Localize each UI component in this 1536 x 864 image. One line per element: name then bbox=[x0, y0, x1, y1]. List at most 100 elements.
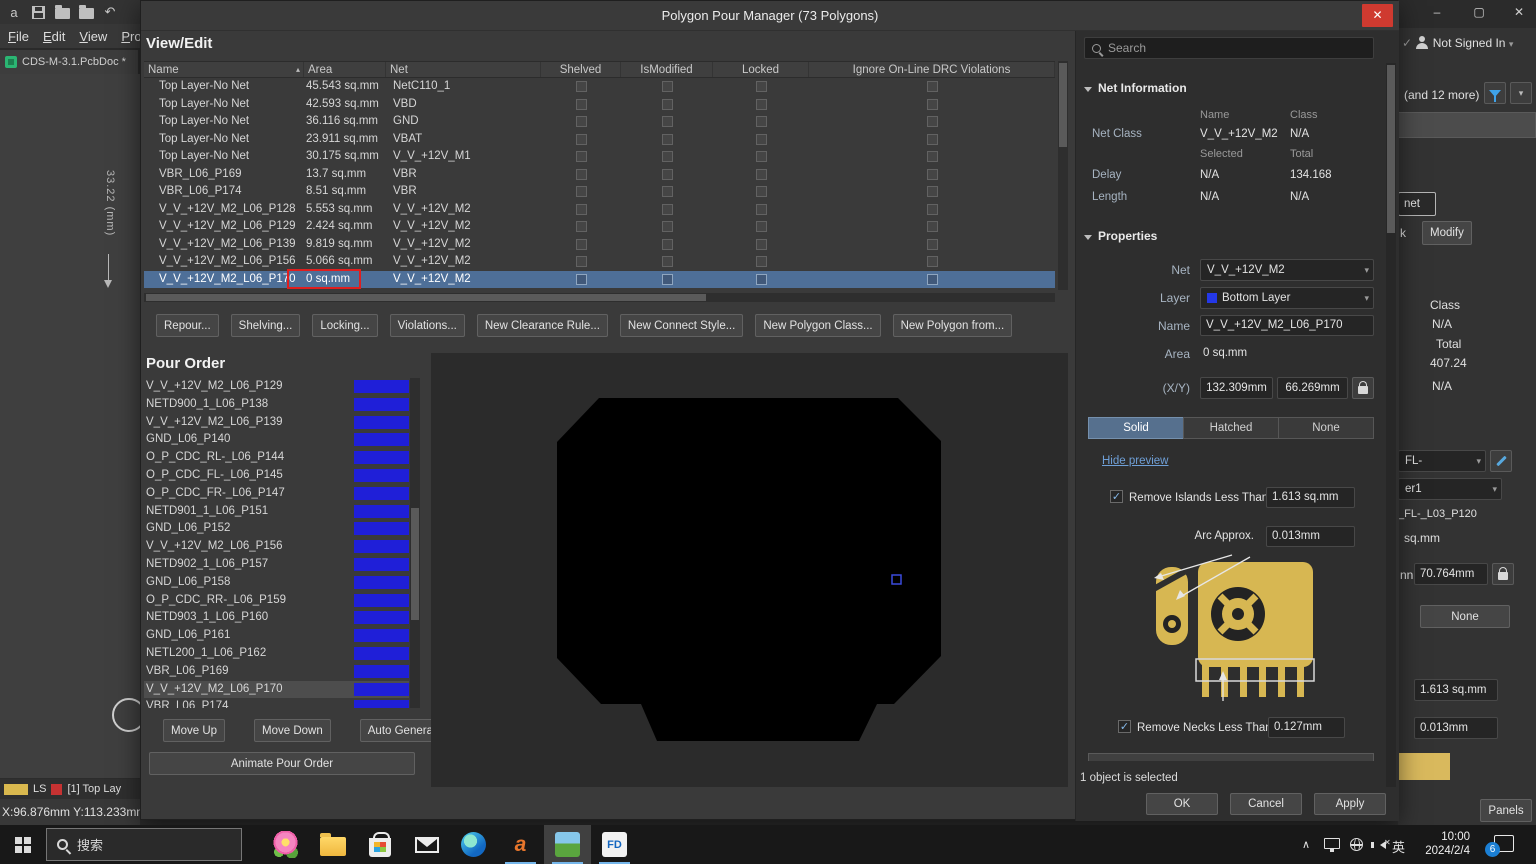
table-horizontal-scrollbar[interactable] bbox=[144, 293, 1055, 302]
action-button[interactable]: New Connect Style... bbox=[620, 314, 743, 337]
document-tab[interactable]: CDS-M-3.1.PcbDoc * bbox=[0, 50, 138, 74]
shelved-checkbox[interactable] bbox=[576, 116, 587, 127]
search-input[interactable]: Search bbox=[1084, 37, 1374, 59]
none-button[interactable]: None bbox=[1420, 605, 1510, 628]
remove-necks-input[interactable]: 0.127mm bbox=[1268, 717, 1345, 738]
shelved-checkbox[interactable] bbox=[576, 151, 587, 162]
action-button[interactable]: Shelving... bbox=[231, 314, 301, 337]
arc-input-bg[interactable]: 0.013mm bbox=[1414, 717, 1498, 739]
pour-order-item[interactable]: V_V_+12V_M2_L06_P156 bbox=[144, 538, 409, 556]
locked-checkbox[interactable] bbox=[756, 99, 767, 110]
ignore-drc-checkbox[interactable] bbox=[927, 239, 938, 250]
column-header-net[interactable]: Net bbox=[386, 62, 541, 77]
dialog-close-button[interactable]: ✕ bbox=[1362, 4, 1393, 27]
shelved-checkbox[interactable] bbox=[576, 134, 587, 145]
sign-in-status[interactable]: ✓ Not Signed In ▾ bbox=[1402, 36, 1513, 50]
pour-order-item[interactable]: NETD902_1_L06_P157 bbox=[144, 556, 409, 574]
net-select[interactable]: V_V_+12V_M2 ▾ bbox=[1200, 259, 1374, 281]
menu-pro[interactable]: Pro bbox=[121, 29, 140, 44]
locked-checkbox[interactable] bbox=[756, 274, 767, 285]
save-icon[interactable] bbox=[30, 4, 46, 20]
fill-mode-hatched[interactable]: Hatched bbox=[1183, 417, 1279, 439]
ismodified-checkbox[interactable] bbox=[662, 116, 673, 127]
action-button[interactable]: Locking... bbox=[312, 314, 377, 337]
layer-color-yellow[interactable] bbox=[4, 784, 28, 795]
pour-order-item[interactable]: VBR_L06_P169 bbox=[144, 663, 409, 681]
ismodified-checkbox[interactable] bbox=[662, 204, 673, 215]
pour-order-item[interactable]: NETL200_1_L06_P162 bbox=[144, 645, 409, 663]
taskbar-clock[interactable]: 10:00 2024/2/4 bbox=[1408, 830, 1470, 858]
hide-preview-link[interactable]: Hide preview bbox=[1102, 455, 1168, 467]
column-header-locked[interactable]: Locked bbox=[713, 62, 809, 77]
fill-mode-none[interactable]: None bbox=[1278, 417, 1374, 439]
table-row[interactable]: V_V_+12V_M2_L06_P1292.424 sq.mmV_V_+12V_… bbox=[144, 218, 1055, 236]
taskbar-fd-app[interactable]: FD bbox=[591, 825, 638, 864]
minimize-icon[interactable]: – bbox=[1426, 5, 1448, 19]
ignore-drc-checkbox[interactable] bbox=[927, 186, 938, 197]
filter-button[interactable] bbox=[1484, 82, 1506, 104]
ismodified-checkbox[interactable] bbox=[662, 221, 673, 232]
panels-button[interactable]: Panels bbox=[1480, 799, 1532, 822]
ignore-drc-checkbox[interactable] bbox=[927, 204, 938, 215]
locked-checkbox[interactable] bbox=[756, 81, 767, 92]
volume-muted-icon[interactable] bbox=[1376, 841, 1386, 849]
color-picker-button[interactable] bbox=[1490, 450, 1512, 472]
shelved-checkbox[interactable] bbox=[576, 221, 587, 232]
pour-order-item[interactable]: GND_L06_P161 bbox=[144, 627, 409, 645]
islands-input-bg[interactable]: 1.613 sq.mm bbox=[1414, 679, 1498, 701]
pour-order-item[interactable]: GND_L06_P152 bbox=[144, 520, 409, 538]
tray-expand-icon[interactable]: ∧ bbox=[1302, 838, 1310, 851]
net-dropdown-fragment[interactable]: FL-▾ bbox=[1398, 450, 1486, 472]
taskbar-file-explorer[interactable] bbox=[309, 825, 356, 864]
dialog-button-apply[interactable]: Apply bbox=[1314, 793, 1386, 815]
shelved-checkbox[interactable] bbox=[576, 204, 587, 215]
ignore-drc-checkbox[interactable] bbox=[927, 81, 938, 92]
pour-order-item[interactable]: GND_L06_P158 bbox=[144, 574, 409, 592]
table-row[interactable]: V_V_+12V_M2_L06_P1565.066 sq.mmV_V_+12V_… bbox=[144, 253, 1055, 271]
undo-icon[interactable]: ↶ bbox=[102, 4, 118, 20]
start-button[interactable] bbox=[0, 825, 46, 864]
shelved-checkbox[interactable] bbox=[576, 99, 587, 110]
locked-checkbox[interactable] bbox=[756, 256, 767, 267]
taskbar-photos-app[interactable] bbox=[262, 825, 309, 864]
ismodified-checkbox[interactable] bbox=[662, 151, 673, 162]
layer-badge-top[interactable]: [1] Top Lay bbox=[67, 783, 121, 795]
folder-icon[interactable] bbox=[78, 4, 94, 20]
xy-lock-button[interactable] bbox=[1352, 377, 1374, 399]
ismodified-checkbox[interactable] bbox=[662, 99, 673, 110]
close-icon[interactable]: ✕ bbox=[1508, 5, 1530, 19]
coord-lock-button[interactable] bbox=[1492, 563, 1514, 585]
ismodified-checkbox[interactable] bbox=[662, 81, 673, 92]
ismodified-checkbox[interactable] bbox=[662, 239, 673, 250]
ignore-drc-checkbox[interactable] bbox=[927, 134, 938, 145]
table-vertical-scrollbar[interactable] bbox=[1058, 61, 1068, 290]
taskbar-capture-app[interactable] bbox=[544, 825, 591, 864]
ismodified-checkbox[interactable] bbox=[662, 186, 673, 197]
action-button[interactable]: New Clearance Rule... bbox=[477, 314, 608, 337]
modify-button[interactable]: Modify bbox=[1422, 221, 1472, 245]
table-row[interactable]: V_V_+12V_M2_L06_P1399.819 sq.mmV_V_+12V_… bbox=[144, 236, 1055, 254]
table-row[interactable]: Top Layer-No Net23.911 sq.mmVBAT bbox=[144, 131, 1055, 149]
net-information-header[interactable]: Net Information bbox=[1084, 81, 1187, 95]
column-header-area[interactable]: Area bbox=[304, 62, 386, 77]
ignore-drc-checkbox[interactable] bbox=[927, 274, 938, 285]
locked-checkbox[interactable] bbox=[756, 151, 767, 162]
table-row[interactable]: VBR_L06_P1748.51 sq.mmVBR bbox=[144, 183, 1055, 201]
ismodified-checkbox[interactable] bbox=[662, 169, 673, 180]
coord-input[interactable]: 70.764mm bbox=[1414, 563, 1488, 585]
remove-necks-checkbox[interactable]: ✓ bbox=[1118, 720, 1131, 733]
polygon-preview-pane[interactable] bbox=[431, 353, 1068, 787]
remove-islands-checkbox[interactable]: ✓ bbox=[1110, 490, 1123, 503]
column-header-shelved[interactable]: Shelved bbox=[541, 62, 621, 77]
shelved-checkbox[interactable] bbox=[576, 256, 587, 267]
x-input[interactable]: 132.309mm bbox=[1200, 377, 1273, 399]
table-row[interactable]: Top Layer-No Net42.593 sq.mmVBD bbox=[144, 96, 1055, 114]
remove-islands-input[interactable]: 1.613 sq.mm bbox=[1266, 487, 1355, 508]
taskbar-search-input[interactable]: 搜索 bbox=[46, 828, 242, 861]
ignore-drc-checkbox[interactable] bbox=[927, 256, 938, 267]
name-input[interactable]: V_V_+12V_M2_L06_P170 bbox=[1200, 315, 1374, 336]
action-button[interactable]: Repour... bbox=[156, 314, 219, 337]
dialog-titlebar[interactable]: Polygon Pour Manager (73 Polygons) bbox=[141, 1, 1399, 31]
shelved-checkbox[interactable] bbox=[576, 239, 587, 250]
network-icon[interactable] bbox=[1350, 838, 1363, 851]
